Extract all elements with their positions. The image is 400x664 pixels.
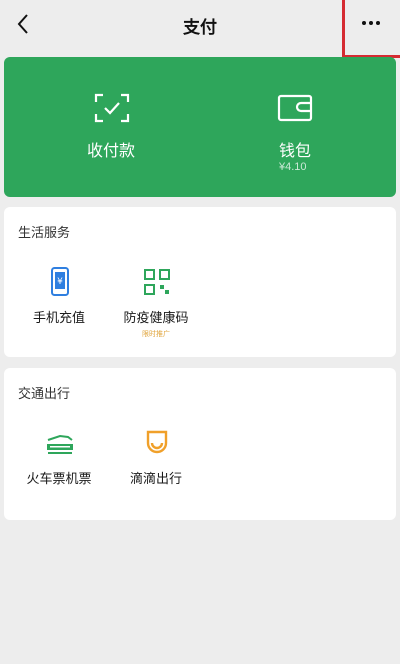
health-code-tile[interactable]: 防疫健康码 限时推广 <box>111 267 201 357</box>
wallet-button[interactable]: 钱包 ¥4.10 <box>200 57 396 197</box>
wallet-balance: ¥4.10 <box>279 161 307 173</box>
life-services-section: 生活服务 ¥ 手机充值 防疫健康码 限时推广 <box>4 207 396 357</box>
tile-label: 手机充值 <box>32 310 85 325</box>
wallet-icon <box>277 94 313 122</box>
tile-label: 滴滴出行 <box>129 471 182 486</box>
train-icon <box>47 434 73 454</box>
phone-recharge-icon: ¥ <box>51 267 69 296</box>
phone-recharge-tile[interactable]: ¥ 手机充值 <box>14 267 104 357</box>
section-title: 生活服务 <box>18 225 71 240</box>
didi-icon <box>146 430 168 454</box>
wallet-label: 钱包 <box>279 143 312 160</box>
more-button[interactable] <box>346 6 396 40</box>
collect-pay-button[interactable]: 收付款 <box>4 57 200 197</box>
tile-label: 火车票机票 <box>26 471 92 486</box>
qr-code-icon <box>144 269 170 295</box>
chevron-left-icon <box>17 14 28 34</box>
section-title: 交通出行 <box>18 386 71 401</box>
collect-pay-label: 收付款 <box>87 143 136 160</box>
back-button[interactable] <box>8 9 38 39</box>
page-title: 支付 <box>183 17 217 37</box>
top-bar: 支付 <box>0 0 400 50</box>
highlight-marker <box>342 0 345 58</box>
travel-section: 交通出行 火车票机票 滴滴出行 <box>4 368 396 520</box>
train-flight-tile[interactable]: 火车票机票 <box>14 428 104 518</box>
didi-tile[interactable]: 滴滴出行 <box>111 428 201 518</box>
promo-badge: 限时推广 <box>142 331 170 338</box>
wallet-card: 收付款 钱包 ¥4.10 <box>4 57 396 197</box>
scan-check-icon <box>94 93 130 123</box>
svg-text:¥: ¥ <box>57 277 63 287</box>
tile-label: 防疫健康码 <box>123 310 189 325</box>
more-dots-icon <box>362 21 380 25</box>
